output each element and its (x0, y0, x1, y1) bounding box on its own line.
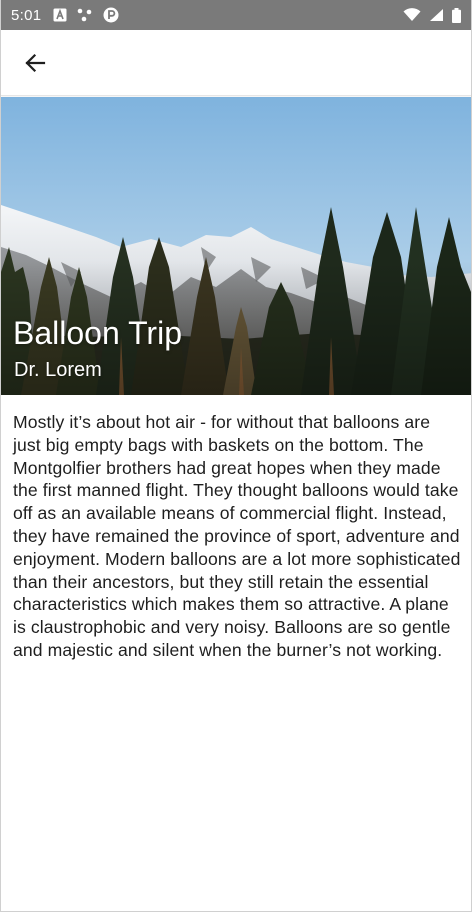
status-bar: 5:01 (1, 0, 471, 30)
status-time: 5:01 (11, 6, 42, 24)
notification-icons (53, 7, 119, 23)
signal-icon (429, 8, 444, 22)
wifi-icon (403, 8, 421, 22)
dots-icon (77, 8, 93, 22)
system-icons (403, 7, 461, 23)
a-letter-icon (53, 8, 67, 22)
app-screen: 5:01 Balloon Trip Dr. Lorem Mostly it’s … (0, 0, 472, 912)
app-bar (1, 30, 471, 96)
article-body: Mostly it’s about hot air - for without … (13, 412, 461, 660)
back-button[interactable] (15, 44, 55, 82)
battery-icon (452, 7, 461, 23)
circle-p-icon (103, 7, 119, 23)
arrow-back-icon (25, 53, 46, 73)
hero-title: Balloon Trip (13, 315, 182, 351)
hero-image: Balloon Trip Dr. Lorem (1, 97, 471, 395)
hero-subtitle: Dr. Lorem (14, 359, 102, 381)
